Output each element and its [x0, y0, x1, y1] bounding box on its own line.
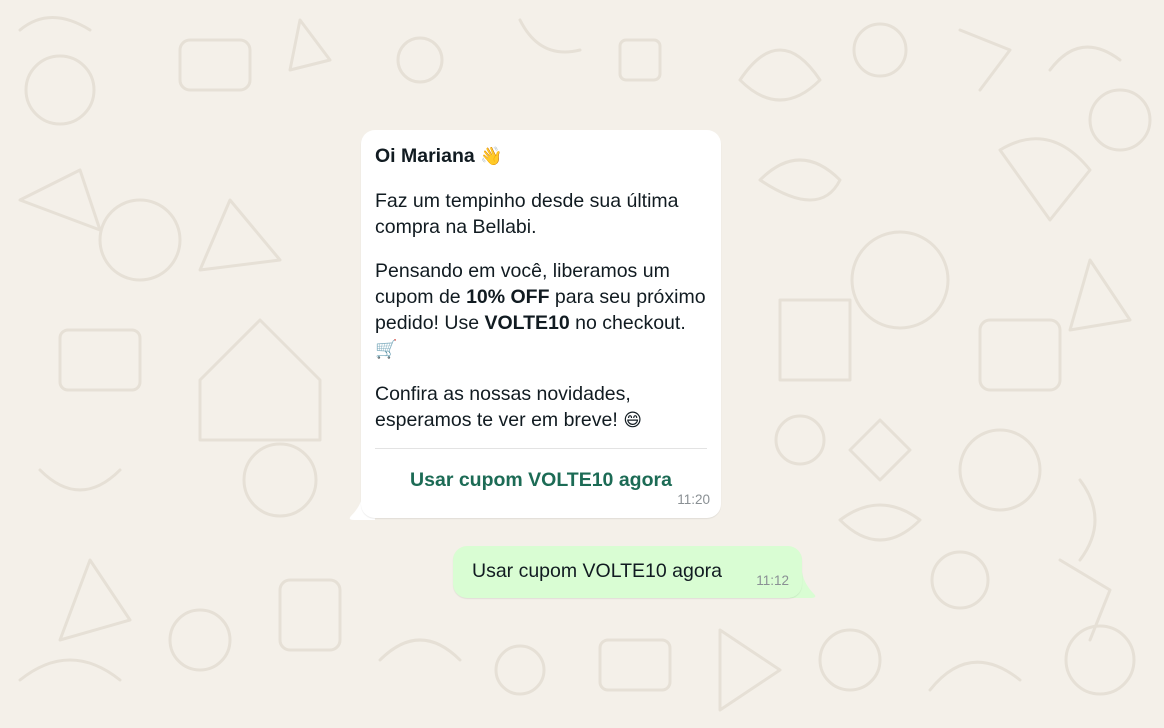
paragraph3-text: Confira as nossas novidades, esperamos t…: [375, 383, 631, 431]
message-paragraph-2: Pensando em você, liberamos um cupom de …: [375, 258, 711, 363]
waving-hand-icon: 👋: [480, 146, 503, 167]
message-paragraph-3: Confira as nossas novidades, esperamos t…: [375, 381, 711, 434]
shopping-cart-icon: 🛒: [375, 339, 398, 360]
grinning-face-icon: 😄: [623, 410, 642, 431]
greeting-text: Oi Mariana: [375, 145, 475, 167]
message-body: Oi Mariana 👋 Faz um tempinho desde sua ú…: [375, 143, 711, 452]
message-greeting: Oi Mariana 👋: [375, 143, 711, 170]
incoming-message-time: 11:20: [677, 492, 710, 507]
button-divider: [375, 448, 707, 449]
incoming-message-bubble: Oi Mariana 👋 Faz um tempinho desde sua ú…: [361, 130, 721, 518]
outgoing-message-time: 11:12: [756, 573, 789, 588]
paragraph2-text-3: no checkout.: [569, 312, 686, 334]
discount-highlight: 10% OFF: [466, 286, 550, 308]
coupon-code-highlight: VOLTE10: [484, 312, 570, 334]
use-coupon-button[interactable]: Usar cupom VOLTE10 agora: [361, 463, 721, 497]
outgoing-message-bubble: Usar cupom VOLTE10 agora 11:12: [453, 546, 802, 598]
outgoing-message-text: Usar cupom VOLTE10 agora: [472, 560, 723, 582]
message-paragraph-1: Faz um tempinho desde sua última compra …: [375, 190, 679, 238]
